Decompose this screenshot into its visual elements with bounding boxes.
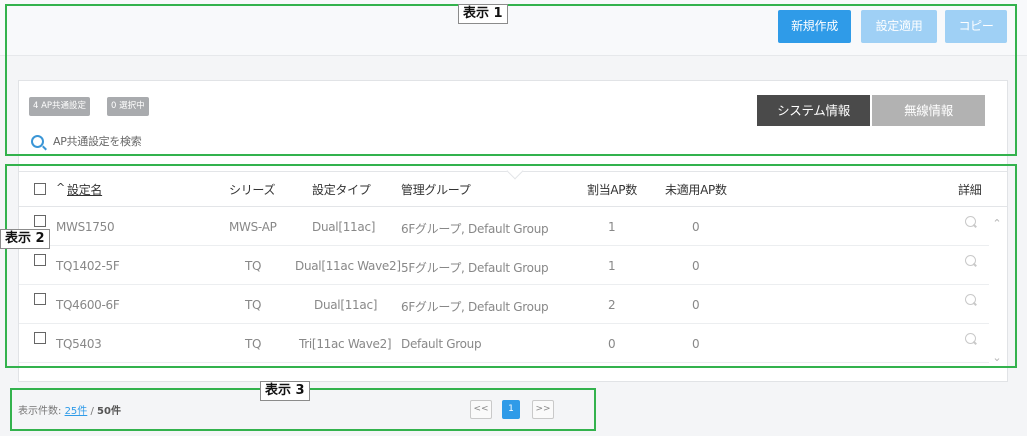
annotation-box-2: [5, 164, 1017, 368]
annotation-label-2: 表示 2: [0, 229, 50, 249]
annotation-box-1: [5, 4, 1017, 156]
annotation-label-1: 表示 1: [458, 4, 508, 24]
annotation-label-3: 表示 3: [260, 381, 310, 401]
